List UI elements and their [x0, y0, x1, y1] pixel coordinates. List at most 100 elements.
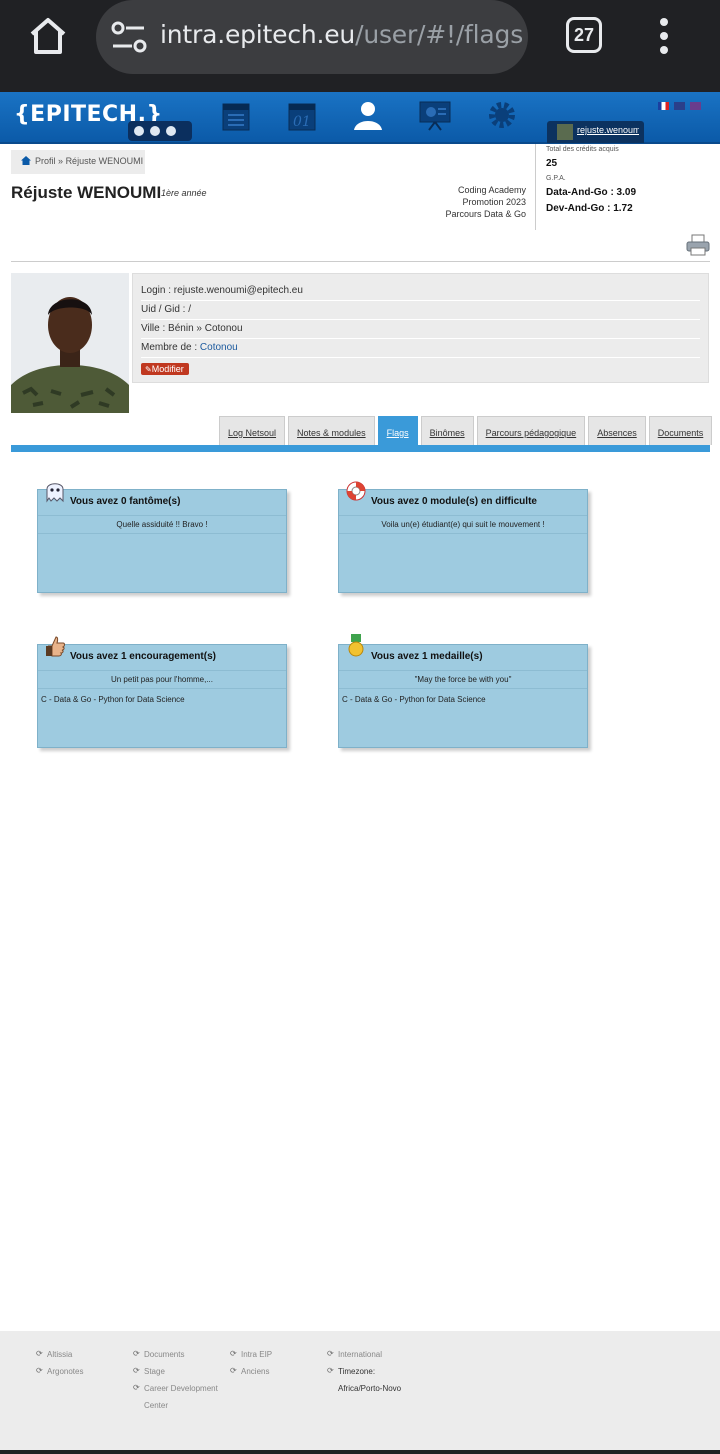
tab-documents[interactable]: Documents [648, 416, 713, 445]
edit-icon: ✎ [145, 365, 152, 374]
tab-flags[interactable]: Flags [377, 416, 418, 445]
school-name: Coding Academy [457, 185, 526, 195]
footer-link-stage[interactable]: Stage [133, 1366, 228, 1384]
quick-actions-bar [128, 121, 192, 141]
gpa-dev-and-go: Dev-And-Go : 1.72 [546, 203, 633, 214]
language-flags [658, 97, 706, 115]
profile-info: Login : rejuste.wenoumi@epitech.eu Uid /… [132, 273, 709, 383]
timezone-label: Timezone: [327, 1366, 447, 1384]
footer-link-intra-eip[interactable]: Intra EIP [230, 1349, 325, 1367]
city-line: Ville : Bénin » Cotonou [141, 320, 700, 339]
flag-title: Vous avez 1 encouragement(s) [70, 651, 216, 662]
timezone-value: Africa/Porto-Novo [338, 1384, 402, 1393]
flag-subtitle: "May the force be with you" [339, 670, 587, 689]
flag-title: Vous avez 0 module(s) en difficulte [371, 496, 537, 507]
message-icon[interactable] [150, 126, 160, 136]
flag-title: Vous avez 0 fantôme(s) [70, 496, 181, 507]
footer-col-1: Altissia Argonotes [36, 1349, 131, 1384]
notification-icon[interactable] [134, 126, 144, 136]
footer-link-altissia[interactable]: Altissia [36, 1349, 131, 1367]
footer-col-2: Documents Stage Career Development Cente… [133, 1349, 228, 1418]
flag-subtitle: Un petit pas pour l'homme,... [38, 670, 286, 689]
medal-flag-card: Vous avez 1 medaille(s) "May the force b… [338, 634, 588, 748]
footer-link-career[interactable]: Career Development [133, 1383, 228, 1401]
site-settings-icon[interactable] [110, 20, 150, 54]
url-host: intra.epitech.eu [160, 20, 356, 49]
flag-title: Vous avez 1 medaille(s) [371, 651, 483, 662]
study-year: 1ère année [161, 188, 207, 198]
url-text[interactable]: intra.epitech.eu/user/#!/flags [160, 20, 523, 49]
footer-link-anciens[interactable]: Anciens [230, 1366, 325, 1384]
print-icon[interactable] [686, 234, 710, 256]
course: Parcours Data & Go [445, 209, 526, 219]
footer-col-4: International Timezone: Africa/Porto-Nov… [327, 1349, 447, 1401]
tab-notes-modules[interactable]: Notes & modules [288, 416, 375, 445]
credits-value: 25 [546, 158, 558, 169]
footer-link-argonotes[interactable]: Argonotes [36, 1366, 131, 1384]
flag-item: C - Data & Go - Python for Data Science [342, 695, 486, 704]
user-login-link[interactable]: rejuste.wenoumi [577, 125, 639, 135]
ghost-icon [44, 479, 66, 503]
flag-en-icon[interactable] [674, 102, 685, 110]
admin-gear-icon[interactable] [485, 98, 519, 132]
profile-tabs: Log Netsoul Notes & modules Flags Binôme… [219, 416, 713, 445]
encouragement-flag-card: Vous avez 1 encouragement(s) Un petit pa… [37, 636, 287, 748]
profile-photo [11, 273, 129, 413]
breadcrumb: Profil » Réjuste WENOUMI [11, 150, 145, 174]
overflow-menu-icon[interactable] [650, 14, 678, 58]
profile-icon[interactable] [351, 98, 385, 132]
tab-binomes[interactable]: Binômes [420, 416, 474, 445]
address-bar[interactable]: intra.epitech.eu/user/#!/flags [96, 0, 528, 74]
credits-label: Total des crédits acquis [546, 146, 619, 153]
footer-col-3: Intra EIP Anciens [230, 1349, 325, 1384]
promotion: Promotion 2023 [462, 197, 526, 207]
gpa-label: G.P.A. [546, 175, 566, 182]
login-line: Login : rejuste.wenoumi@epitech.eu [141, 282, 700, 301]
flag-other-icon[interactable] [690, 102, 701, 110]
tab-absences[interactable]: Absences [588, 416, 646, 445]
tab-parcours[interactable]: Parcours pédagogique [476, 416, 586, 445]
footer-link-career-cont[interactable]: Center [133, 1401, 228, 1418]
flag-item: C - Data & Go - Python for Data Science [41, 695, 185, 704]
flag-subtitle: Voila un(e) étudiant(e) qui suit le mouv… [339, 515, 587, 534]
breadcrumb-profil[interactable]: Profil [35, 156, 56, 166]
member-link[interactable]: Cotonou [200, 342, 238, 353]
home-icon[interactable] [21, 156, 31, 165]
footer-link-international[interactable]: International [327, 1349, 447, 1367]
system-nav-strip [0, 1450, 720, 1454]
alert-icon[interactable] [166, 126, 176, 136]
tab-log-netsoul[interactable]: Log Netsoul [219, 416, 286, 445]
credits-panel: Total des crédits acquis 25 G.P.A. Data-… [535, 144, 720, 230]
breadcrumb-separator: » [58, 156, 64, 166]
medal-icon [345, 634, 367, 658]
member-label: Membre de : [141, 342, 200, 353]
modify-label: Modifier [151, 364, 184, 374]
browser-toolbar: intra.epitech.eu/user/#!/flags 27 [0, 0, 720, 92]
school-info: Coding Academy Promotion 2023 Parcours D… [445, 184, 526, 220]
flag-subtitle: Quelle assiduité !! Bravo ! [38, 515, 286, 534]
lifebuoy-icon [345, 479, 367, 503]
divider [11, 261, 710, 262]
footer: Altissia Argonotes Documents Stage Caree… [0, 1331, 720, 1450]
difficulty-flag-card: Vous avez 0 module(s) en difficulte Voil… [338, 481, 588, 593]
footer-link-documents[interactable]: Documents [133, 1349, 228, 1367]
avatar [557, 124, 573, 140]
home-icon[interactable] [24, 14, 72, 58]
url-path: /user/#!/flags [355, 20, 524, 49]
breadcrumb-current: Réjuste WENOUMI [65, 156, 144, 166]
thumbs-up-icon [44, 634, 66, 658]
planning-icon[interactable]: 01 [285, 98, 319, 132]
gpa-data-and-go: Data-And-Go : 3.09 [546, 187, 637, 198]
ghost-flag-card: Vous avez 0 fantôme(s) Quelle assiduité … [37, 483, 287, 593]
svg-text:01: 01 [293, 114, 311, 130]
calendar-icon[interactable] [219, 98, 253, 132]
modules-icon[interactable] [418, 98, 452, 132]
user-menu[interactable]: rejuste.wenoumi [547, 121, 644, 143]
flag-fr-icon[interactable] [658, 102, 669, 110]
uid-line: Uid / Gid : / [141, 301, 700, 320]
member-line: Membre de : Cotonou [141, 339, 700, 358]
tab-switcher-button[interactable]: 27 [566, 17, 602, 53]
page-title: Réjuste WENOUMI [11, 183, 162, 202]
tabs-underline [11, 445, 710, 452]
modify-button[interactable]: ✎Modifier [141, 363, 189, 375]
